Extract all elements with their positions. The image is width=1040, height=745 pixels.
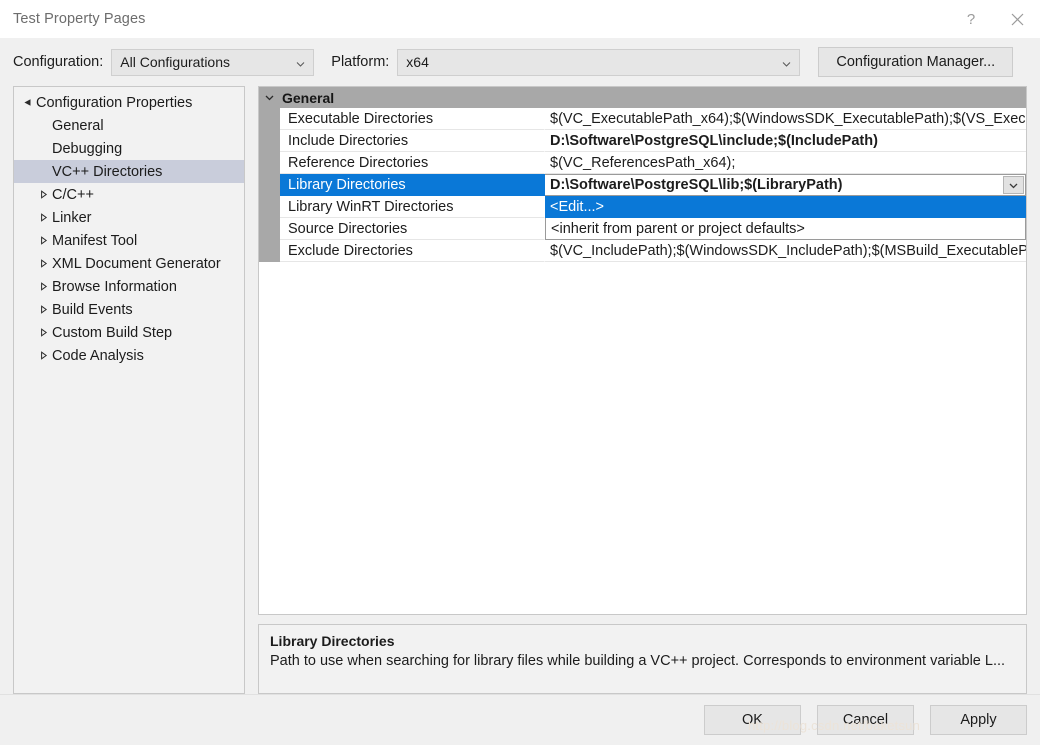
property-rows: Executable Directories $(VC_ExecutablePat… xyxy=(259,108,1026,262)
configuration-manager-button[interactable]: Configuration Manager... xyxy=(818,47,1014,77)
configuration-bar: Configuration: All Configurations Platfo… xyxy=(0,38,1040,86)
property-row[interactable]: Executable Directories $(VC_ExecutablePat… xyxy=(259,108,1026,130)
property-name-cell[interactable]: Exclude Directories xyxy=(280,240,545,262)
sidebar-item-configuration-properties[interactable]: Configuration Properties xyxy=(14,91,244,114)
property-row[interactable]: Source Directories <inherit from parent o… xyxy=(259,218,1026,240)
dialog-body: Configuration Properties General Debugging… xyxy=(0,86,1040,745)
property-value-cell[interactable]: <inherit from parent or project defaults… xyxy=(545,218,1026,240)
sidebar-item-label: Browse Information xyxy=(52,278,177,295)
sidebar-item-label: Custom Build Step xyxy=(52,324,173,341)
chevron-down-icon xyxy=(295,57,306,68)
right-panel: General Executable Directories $(VC_Execu… xyxy=(258,86,1027,694)
sidebar-item-label: VC++ Directories xyxy=(52,163,163,180)
sidebar-item-manifest-tool[interactable]: Manifest Tool xyxy=(14,229,244,252)
property-pages-dialog: Test Property Pages ? Configuration: All… xyxy=(0,0,1040,745)
property-value-cell[interactable]: D:\Software\PostgreSQL\include;$(Include… xyxy=(545,130,1026,152)
property-row[interactable]: Library Directories D:\Software\PostgreSQ… xyxy=(259,174,1026,196)
property-value-text: $(VC_ReferencesPath_x64); xyxy=(550,154,736,171)
platform-value: x64 xyxy=(406,54,429,70)
property-name-cell[interactable]: Source Directories xyxy=(280,218,545,240)
sidebar-item-label: Debugging xyxy=(52,140,123,157)
property-value-cell[interactable]: $(VC_ReferencesPath_x64); xyxy=(545,152,1026,174)
property-category-header[interactable]: General xyxy=(259,87,1026,108)
sidebar-item-vc-directories[interactable]: VC++ Directories xyxy=(14,160,244,183)
property-value-text: D:\Software\PostgreSQL\include;$(Include… xyxy=(550,132,878,149)
triangle-right-icon[interactable] xyxy=(35,190,52,199)
window-title: Test Property Pages xyxy=(13,11,146,27)
property-value-text: <inherit from parent or project defaults… xyxy=(551,220,805,237)
property-value-cell[interactable]: $(VC_ExecutablePath_x64);$(WindowsSDK_Ex… xyxy=(545,108,1026,130)
property-value-cell[interactable]: $(VC_IncludePath);$(WindowsSDK_IncludePa… xyxy=(545,240,1026,262)
property-name-cell[interactable]: Executable Directories xyxy=(280,108,545,130)
sidebar-item-label: Build Events xyxy=(52,301,133,318)
property-value-text: <Edit...> xyxy=(550,198,605,215)
platform-dropdown[interactable]: x64 xyxy=(397,48,801,76)
property-value-cell[interactable]: <Edit...> xyxy=(545,196,1026,218)
description-panel: Library Directories Path to use when sea… xyxy=(258,624,1027,694)
sidebar-item-label: Linker xyxy=(52,209,92,226)
triangle-right-icon[interactable] xyxy=(35,305,52,314)
configuration-value: All Configurations xyxy=(120,54,231,70)
description-text: Path to use when searching for library f… xyxy=(270,653,1006,669)
sidebar-item-code-analysis[interactable]: Code Analysis xyxy=(14,344,244,367)
apply-button[interactable]: Apply xyxy=(930,705,1027,735)
triangle-right-icon[interactable] xyxy=(35,328,52,337)
sidebar-item-label: Manifest Tool xyxy=(52,232,138,249)
property-grid-scroll: General Executable Directories $(VC_Execu… xyxy=(259,87,1026,614)
sidebar-item-c-c[interactable]: C/C++ xyxy=(14,183,244,206)
sidebar-item-label: XML Document Generator xyxy=(52,255,221,272)
property-row[interactable]: Library WinRT Directories <Edit...> xyxy=(259,196,1026,218)
property-name-cell[interactable]: Library Directories xyxy=(280,174,545,196)
property-value-text: $(VC_ExecutablePath_x64);$(WindowsSDK_Ex… xyxy=(550,110,1026,127)
sidebar-item-label: Code Analysis xyxy=(52,347,144,364)
property-value-text: $(VC_IncludePath);$(WindowsSDK_IncludePa… xyxy=(550,242,1026,259)
sidebar-item-label: General xyxy=(52,117,104,134)
triangle-right-icon[interactable] xyxy=(35,259,52,268)
dialog-footer: OK Cancel Apply xyxy=(0,694,1040,745)
sidebar-item-label: C/C++ xyxy=(52,186,94,203)
sidebar-item-general[interactable]: General xyxy=(14,114,244,137)
property-name-cell[interactable]: Reference Directories xyxy=(280,152,545,174)
property-tree[interactable]: Configuration Properties General Debugging… xyxy=(13,86,245,694)
close-icon[interactable] xyxy=(994,0,1040,38)
chevron-down-icon[interactable] xyxy=(259,92,280,103)
sidebar-item-xml-document-generator[interactable]: XML Document Generator xyxy=(14,252,244,275)
property-name-cell[interactable]: Library WinRT Directories xyxy=(280,196,545,218)
sidebar-item-label: Configuration Properties xyxy=(36,94,193,111)
property-row[interactable]: Include Directories D:\Software\PostgreSQ… xyxy=(259,130,1026,152)
triangle-right-icon[interactable] xyxy=(35,213,52,222)
triangle-right-icon[interactable] xyxy=(35,236,52,245)
help-icon[interactable]: ? xyxy=(948,0,994,38)
configuration-label: Configuration: xyxy=(13,54,104,70)
property-name-cell[interactable]: Include Directories xyxy=(280,130,545,152)
triangle-right-icon[interactable] xyxy=(35,351,52,360)
property-value-text: D:\Software\PostgreSQL\lib;$(LibraryPath… xyxy=(550,177,843,193)
cancel-button[interactable]: Cancel xyxy=(817,705,914,735)
description-title: Library Directories xyxy=(270,633,395,649)
property-row[interactable]: Exclude Directories $(VC_IncludePath);$(W… xyxy=(259,240,1026,262)
sidebar-item-build-events[interactable]: Build Events xyxy=(14,298,244,321)
property-grid[interactable]: General Executable Directories $(VC_Execu… xyxy=(258,86,1027,615)
property-value-cell[interactable]: D:\Software\PostgreSQL\lib;$(LibraryPath… xyxy=(545,174,1026,196)
value-dropdown-button[interactable] xyxy=(1003,176,1024,194)
chevron-down-icon xyxy=(781,57,792,68)
sidebar-item-custom-build-step[interactable]: Custom Build Step xyxy=(14,321,244,344)
property-category-label: General xyxy=(282,89,335,106)
ok-button[interactable]: OK xyxy=(704,705,801,735)
sidebar-item-browse-information[interactable]: Browse Information xyxy=(14,275,244,298)
triangle-right-icon[interactable] xyxy=(35,282,52,291)
sidebar-item-debugging[interactable]: Debugging xyxy=(14,137,244,160)
platform-label: Platform: xyxy=(331,54,390,70)
sidebar-item-linker[interactable]: Linker xyxy=(14,206,244,229)
property-row[interactable]: Reference Directories $(VC_ReferencesPath… xyxy=(259,152,1026,174)
triangle-down-icon[interactable] xyxy=(19,98,36,107)
configuration-dropdown[interactable]: All Configurations xyxy=(111,48,315,76)
title-bar: Test Property Pages ? xyxy=(0,0,1040,38)
